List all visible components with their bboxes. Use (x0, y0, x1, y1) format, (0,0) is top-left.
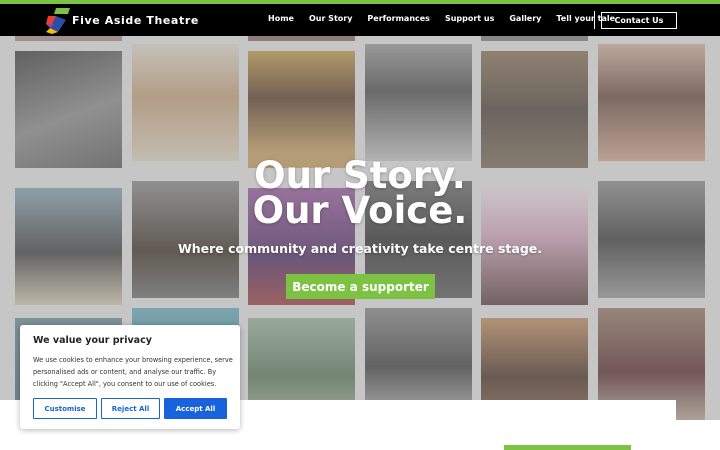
green-accent-strip (504, 445, 631, 450)
site-header: Five Aside Theatre Home Our Story Perfor… (0, 4, 720, 36)
nav-support-us[interactable]: Support us (445, 14, 494, 23)
contact-us-button[interactable]: Contact Us (601, 12, 677, 29)
accept-all-button[interactable]: Accept All (164, 398, 227, 419)
nav-performances[interactable]: Performances (367, 14, 430, 23)
hero-subtitle: Where community and creativity take cent… (177, 241, 543, 256)
cookie-banner-title: We value your privacy (33, 335, 152, 346)
nav-home[interactable]: Home (268, 14, 294, 23)
five-aside-logo-icon[interactable] (44, 6, 72, 34)
cookie-consent-banner: We value your privacy We use cookies to … (20, 325, 240, 429)
nav-divider (594, 11, 595, 29)
site-name[interactable]: Five Aside Theatre (72, 14, 199, 27)
nav-our-story[interactable]: Our Story (309, 14, 352, 23)
cookie-banner-text: We use cookies to enhance your browsing … (33, 356, 233, 388)
reject-all-button[interactable]: Reject All (101, 398, 160, 419)
become-supporter-button[interactable]: Become a supporter (286, 274, 435, 299)
customise-button[interactable]: Customise (33, 398, 97, 419)
hero-title-line2: Our Voice. (252, 189, 468, 232)
main-nav: Home Our Story Performances Support us G… (268, 14, 615, 23)
nav-gallery[interactable]: Gallery (509, 14, 541, 23)
